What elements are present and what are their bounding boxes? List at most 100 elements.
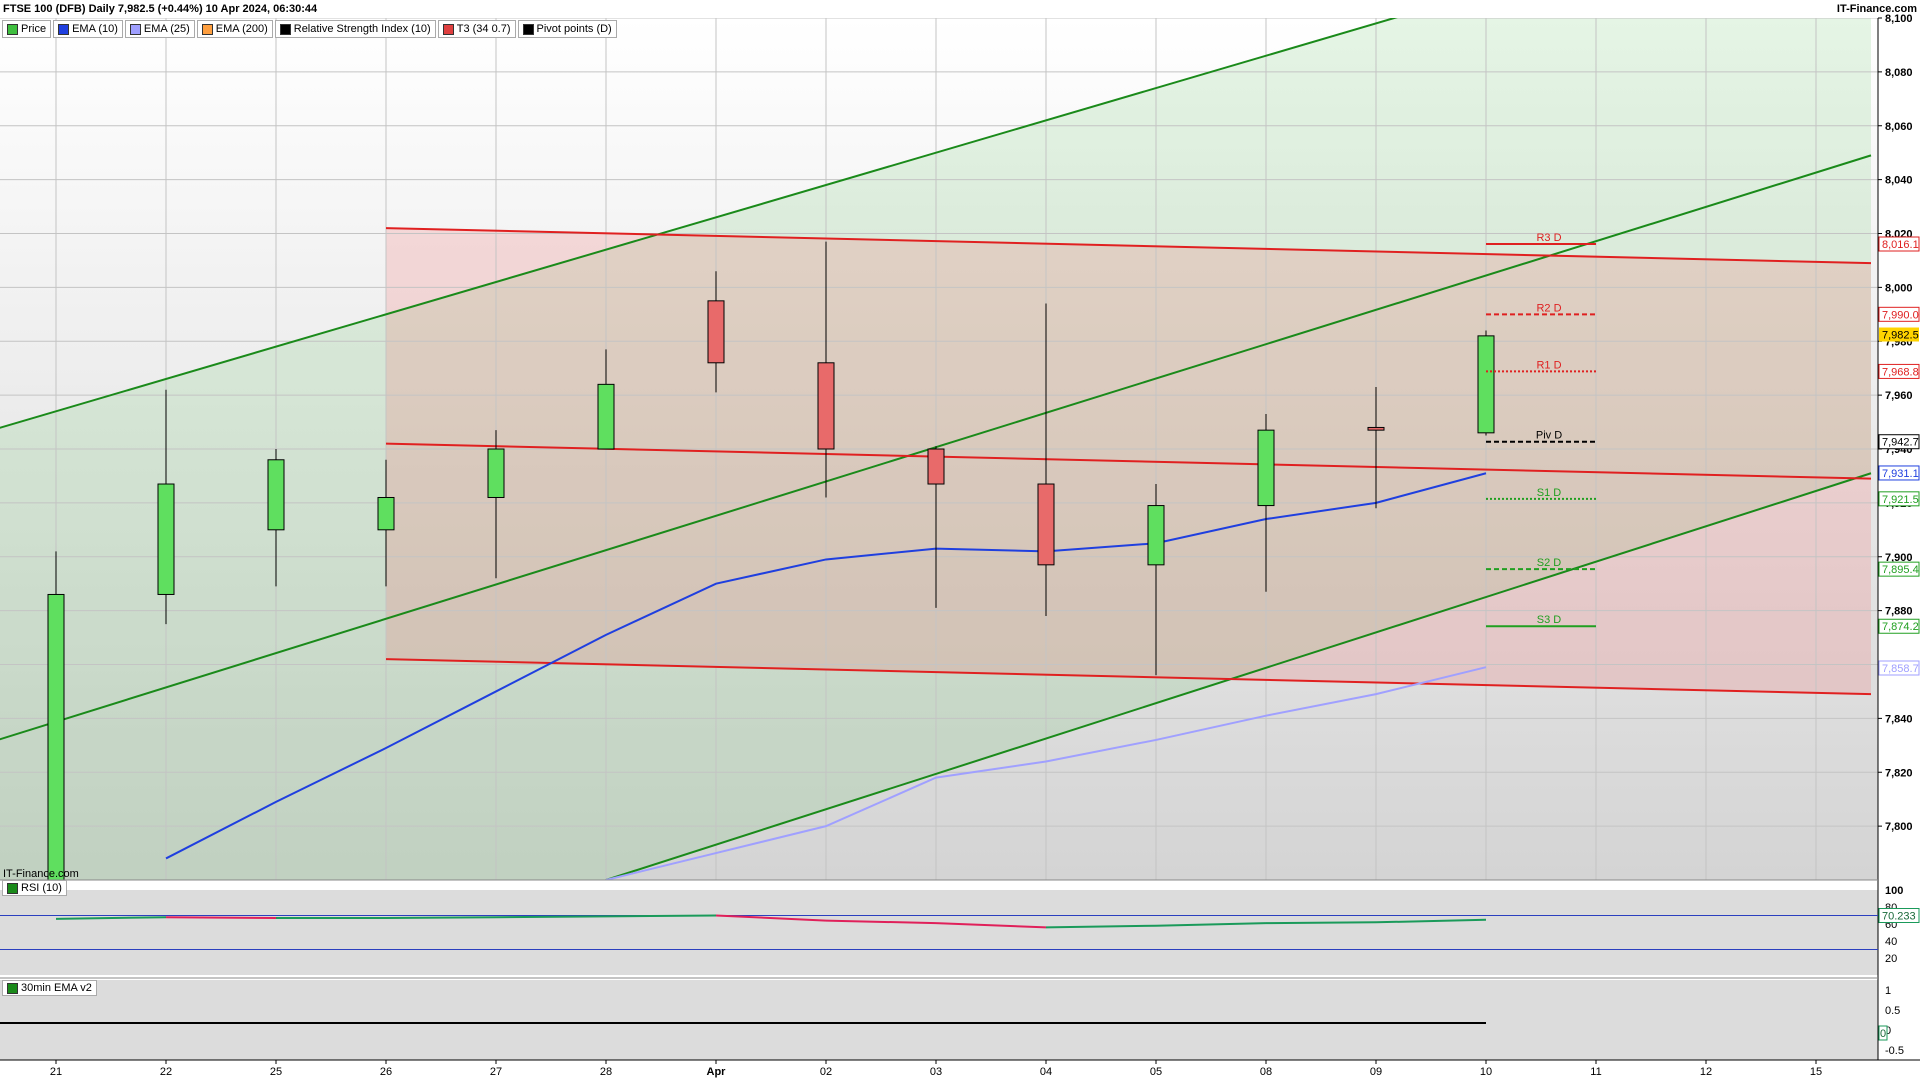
candle-body (1257, 429, 1275, 507)
rsi-pane-title: RSI (10) (21, 882, 62, 894)
x-tick-label: 09 (1370, 1066, 1382, 1078)
y-tick-label: 8,000 (1885, 282, 1913, 294)
pivots-swatch (522, 23, 534, 35)
x-tick-label: 22 (160, 1066, 172, 1078)
legend-label: EMA (200) (215, 23, 268, 35)
rsi-tick-label: 100 (1885, 885, 1903, 897)
rsi-swatch (279, 23, 291, 35)
candle-body (157, 483, 175, 595)
brand-label: IT-Finance.com (1836, 3, 1917, 15)
legend-item-price[interactable]: Price (2, 20, 52, 38)
candle-body (927, 448, 945, 485)
ema25-tag: 7,858.7 (1882, 663, 1919, 675)
rsi-pane-bg (0, 890, 1878, 975)
rsi-value-tag: 70.233 (1882, 911, 1916, 923)
x-tick-label: Apr (707, 1066, 727, 1078)
pivot-tag: 7,874.2 (1882, 621, 1919, 633)
y-tick-label: 8,080 (1885, 67, 1913, 79)
y-tick-label: 7,960 (1885, 390, 1913, 402)
x-tick-label: 11 (1590, 1066, 1601, 1078)
pivot-label: R3 D (1536, 232, 1561, 244)
x-tick-label: 05 (1150, 1066, 1162, 1078)
t3-swatch (442, 23, 454, 35)
chart-title: FTSE 100 (DFB) Daily 7,982.5 (+0.44%) 10… (3, 3, 318, 15)
legend-item-t3[interactable]: T3 (34 0.7) (437, 20, 516, 38)
candle-body (1147, 505, 1165, 566)
rsi-tick-label: 40 (1885, 936, 1897, 948)
ema25-swatch (129, 23, 141, 35)
candle-body (1367, 426, 1385, 431)
pivot-tag: 8,016.1 (1882, 239, 1919, 251)
y-tick-label: 7,820 (1885, 767, 1913, 779)
candle-body (707, 300, 725, 364)
ema-pane-tick-label: -0.5 (1885, 1045, 1904, 1057)
ema-pane-title: 30min EMA v2 (21, 982, 92, 994)
legend-item-ema25[interactable]: EMA (25) (124, 20, 195, 38)
candle-body (267, 459, 285, 531)
pivot-label: R2 D (1536, 302, 1561, 314)
ema-zero-tag: 0 (1880, 1028, 1886, 1040)
ema-pane-bg (0, 980, 1878, 1060)
ema-pane-tick-label: 0.5 (1885, 1005, 1900, 1017)
legend-item-pivots[interactable]: Pivot points (D) (517, 20, 617, 38)
y-tick-label: 8,060 (1885, 121, 1913, 133)
watermark: IT-Finance.com (3, 868, 79, 880)
rsi-line-segment (385, 916, 497, 920)
x-tick-label: 28 (600, 1066, 612, 1078)
pivot-tag: 7,921.5 (1882, 494, 1919, 506)
ema10-swatch (58, 23, 70, 35)
x-tick-label: 21 (50, 1066, 62, 1078)
legend-label: Price (21, 23, 47, 35)
legend-item-rsi[interactable]: Relative Strength Index (10) (274, 20, 436, 38)
pivot-label: S3 D (1537, 614, 1562, 626)
pivot-label: S1 D (1537, 487, 1562, 499)
last-price-tag: 7,982.5 (1882, 330, 1919, 342)
x-tick-label: 15 (1810, 1066, 1822, 1078)
x-tick-label: 03 (930, 1066, 942, 1078)
pivot-tag: 7,968.8 (1882, 366, 1919, 378)
candle-body (1037, 483, 1055, 566)
legend-label: T3 (34 0.7) (456, 23, 511, 35)
candle-body (1477, 335, 1495, 434)
pivot-tag: 7,990.0 (1882, 309, 1919, 321)
x-tick-label: 25 (270, 1066, 282, 1078)
ema-pane-tick-label: 1 (1885, 985, 1891, 997)
candle-body (597, 383, 615, 450)
legend-label: Relative Strength Index (10) (293, 23, 431, 35)
ema-pane-swatch (7, 982, 18, 994)
candle-body (47, 593, 65, 880)
legend-label: EMA (10) (72, 23, 118, 35)
x-tick-label: 26 (380, 1066, 392, 1078)
legend-label: Pivot points (D) (536, 23, 612, 35)
candle-body (817, 362, 835, 450)
rsi-pane-swatch (7, 882, 18, 894)
pivot-label: Piv D (1536, 430, 1562, 442)
ema-pane-label[interactable]: 30min EMA v2 (2, 980, 97, 996)
y-tick-label: 7,800 (1885, 821, 1913, 833)
rsi-tick-label: 20 (1885, 953, 1897, 965)
rsi-line-segment (1265, 921, 1377, 925)
x-tick-label: 04 (1040, 1066, 1052, 1078)
chart-canvas: R3 D R2 D R1 D Piv D S1 D S2 D S3 D 7,800 7,820 7… (0, 0, 1920, 1080)
rsi-line-segment (605, 914, 717, 918)
legend-item-ema10[interactable]: EMA (10) (53, 20, 123, 38)
rsi-line-segment (495, 915, 607, 919)
ema10-tag: 7,931.1 (1882, 468, 1919, 480)
pivot-label: R1 D (1536, 359, 1561, 371)
pivot-tag: 7,895.4 (1882, 564, 1919, 576)
x-tick-label: 27 (490, 1066, 502, 1078)
legend-item-ema200[interactable]: EMA (200) (196, 20, 273, 38)
x-tick-label: 12 (1700, 1066, 1712, 1078)
x-tick-label: 02 (820, 1066, 832, 1078)
y-tick-label: 7,840 (1885, 713, 1913, 725)
x-tick-label: 08 (1260, 1066, 1272, 1078)
candle-body (487, 448, 505, 498)
ema200-swatch (201, 23, 213, 35)
pivot-label: S2 D (1537, 557, 1562, 569)
price-swatch (7, 23, 18, 35)
rsi-line-segment (165, 916, 277, 920)
candle-body (377, 496, 395, 531)
rsi-pane-label[interactable]: RSI (10) (2, 880, 67, 896)
x-tick-label: 10 (1480, 1066, 1492, 1078)
y-tick-label: 7,880 (1885, 606, 1913, 618)
